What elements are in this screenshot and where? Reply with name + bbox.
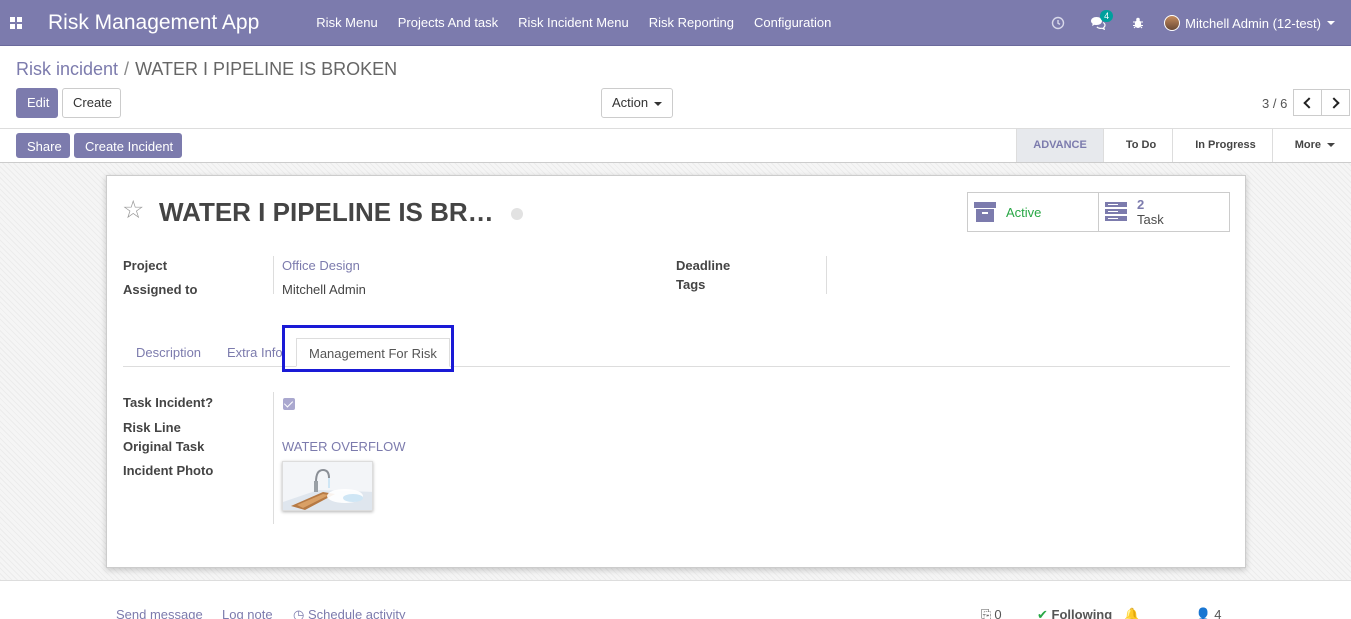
assigned-to-label: Assigned to bbox=[123, 282, 198, 297]
tab-description[interactable]: Description bbox=[136, 338, 201, 367]
field-divider bbox=[273, 392, 274, 524]
tags-label: Tags bbox=[676, 277, 706, 292]
stage-more-dropdown[interactable]: More bbox=[1271, 129, 1351, 162]
chevron-down-icon bbox=[1327, 143, 1335, 148]
form-sheet: ☆ WATER I PIPELINE IS BR… Active 2 Task … bbox=[106, 175, 1246, 568]
app-brand[interactable]: Risk Management App bbox=[48, 11, 259, 35]
action-dropdown[interactable]: Action bbox=[601, 88, 673, 118]
original-task-label: Original Task bbox=[123, 439, 205, 454]
chevron-right-icon bbox=[1328, 96, 1340, 109]
breadcrumb-parent[interactable]: Risk incident bbox=[16, 59, 118, 79]
project-field[interactable]: Office Design bbox=[282, 258, 360, 273]
followers-button[interactable]: 👤 4 bbox=[1195, 607, 1221, 619]
active-status-label: Active bbox=[1006, 204, 1042, 220]
user-name: Mitchell Admin (12-test) bbox=[1185, 15, 1321, 31]
assigned-to-field[interactable]: Mitchell Admin bbox=[282, 282, 366, 297]
stage-pipeline: ADVANCE To Do In Progress More bbox=[1016, 129, 1351, 162]
edit-button[interactable]: Edit bbox=[16, 88, 58, 118]
top-navbar: Risk Management App Risk Menu Projects A… bbox=[0, 0, 1351, 46]
attachments-count: 0 bbox=[994, 607, 1002, 619]
menu-configuration[interactable]: Configuration bbox=[744, 0, 841, 46]
risk-line-label: Risk Line bbox=[123, 420, 181, 435]
tab-extra-info[interactable]: Extra Info bbox=[227, 338, 283, 367]
menu-projects-and-task[interactable]: Projects And task bbox=[388, 0, 508, 46]
task-label: Task bbox=[1137, 212, 1164, 227]
form-statusbar: Share Create Incident ADVANCE To Do In P… bbox=[0, 129, 1351, 163]
field-divider bbox=[273, 256, 274, 294]
menu-risk-menu[interactable]: Risk Menu bbox=[306, 0, 387, 46]
chevron-down-icon bbox=[654, 101, 663, 106]
stage-advance[interactable]: ADVANCE bbox=[1016, 129, 1103, 162]
active-smart-button[interactable]: Active bbox=[967, 192, 1099, 232]
stage-to-do[interactable]: To Do bbox=[1102, 129, 1172, 162]
send-message-button[interactable]: Send message bbox=[116, 607, 203, 619]
schedule-activity-button[interactable]: ◷ Schedule activity bbox=[293, 607, 406, 619]
paperclip-icon: ⎘ bbox=[981, 607, 992, 619]
incident-photo-label: Incident Photo bbox=[123, 463, 214, 478]
task-smart-button[interactable]: 2 Task bbox=[1098, 192, 1230, 232]
stage-more-label: More bbox=[1294, 139, 1321, 151]
following-button[interactable]: ✔ Following 🔔 bbox=[1037, 607, 1140, 619]
clock-icon[interactable] bbox=[1038, 0, 1078, 46]
menu-risk-incident[interactable]: Risk Incident Menu bbox=[508, 0, 639, 46]
log-note-button[interactable]: Log note bbox=[222, 607, 273, 619]
chevron-down-icon bbox=[1327, 21, 1335, 25]
menu-risk-reporting[interactable]: Risk Reporting bbox=[639, 0, 744, 46]
followers-count: 4 bbox=[1214, 607, 1222, 619]
following-label: Following bbox=[1051, 607, 1113, 619]
task-incident-checkbox[interactable] bbox=[283, 398, 295, 410]
pager-value[interactable]: 3 / 6 bbox=[1262, 96, 1287, 111]
breadcrumb-current: WATER I PIPELINE IS BROKEN bbox=[135, 59, 398, 79]
tab-highlight-box bbox=[282, 325, 454, 372]
avatar bbox=[1164, 15, 1181, 31]
task-count: 2 bbox=[1137, 197, 1145, 212]
create-button[interactable]: Create bbox=[62, 88, 121, 118]
chevron-left-icon bbox=[1303, 96, 1315, 109]
share-button[interactable]: Share bbox=[16, 133, 70, 158]
schedule-activity-label: Schedule activity bbox=[307, 607, 406, 619]
archive-icon bbox=[974, 202, 996, 222]
deadline-label: Deadline bbox=[676, 258, 731, 273]
action-label: Action bbox=[612, 95, 649, 110]
stage-in-progress[interactable]: In Progress bbox=[1172, 129, 1272, 162]
incident-photo-image[interactable] bbox=[282, 461, 373, 511]
pager-next-button[interactable] bbox=[1321, 89, 1350, 116]
messages-icon[interactable]: 4 bbox=[1078, 0, 1118, 46]
check-icon: ✔ bbox=[1037, 607, 1048, 619]
chatter-topbar: Send message Log note ◷ Schedule activit… bbox=[0, 580, 1351, 619]
field-divider bbox=[826, 256, 827, 294]
star-icon[interactable]: ☆ bbox=[122, 198, 144, 223]
original-task-field[interactable]: WATER OVERFLOW bbox=[282, 439, 406, 454]
project-label: Project bbox=[123, 258, 168, 273]
debug-bug-icon[interactable] bbox=[1118, 0, 1158, 46]
tasks-icon bbox=[1105, 201, 1127, 223]
breadcrumb: Risk incident / WATER I PIPELINE IS BROKEN bbox=[16, 59, 397, 80]
messages-count-badge: 4 bbox=[1100, 10, 1114, 22]
main-menu: Risk Menu Projects And task Risk Inciden… bbox=[306, 0, 841, 46]
user-menu[interactable]: Mitchell Admin (12-test) bbox=[1158, 0, 1351, 46]
clock-icon: ◷ bbox=[293, 607, 305, 619]
systray: 4 Mitchell Admin (12-test) bbox=[1038, 0, 1351, 46]
breadcrumb-separator: / bbox=[124, 59, 130, 79]
task-incident-label: Task Incident? bbox=[123, 395, 214, 410]
bell-icon: 🔔 bbox=[1123, 607, 1140, 619]
pager-previous-button[interactable] bbox=[1293, 89, 1322, 116]
record-title: WATER I PIPELINE IS BR… bbox=[159, 197, 494, 227]
attachments-button[interactable]: ⎘ 0 bbox=[981, 607, 1002, 619]
apps-menu-icon[interactable] bbox=[0, 0, 32, 46]
kanban-state-dot[interactable] bbox=[511, 208, 523, 220]
user-icon: 👤 bbox=[1195, 607, 1212, 619]
create-incident-button[interactable]: Create Incident bbox=[74, 133, 182, 158]
